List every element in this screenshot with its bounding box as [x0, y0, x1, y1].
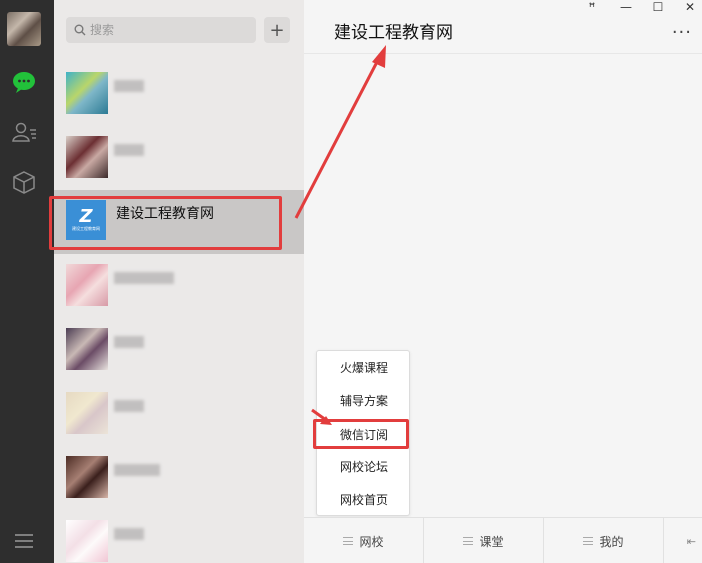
avatar: [66, 392, 108, 434]
avatar: [66, 520, 108, 562]
tab-label: 课堂: [479, 534, 504, 549]
menu-item-homepage[interactable]: 网校首页: [317, 485, 411, 515]
tab-mine[interactable]: 我的: [544, 518, 664, 563]
more-icon[interactable]: ···: [672, 22, 692, 43]
contact-name-blurred: [114, 80, 144, 92]
menu-lines-icon: [343, 537, 354, 545]
menu-lines-icon: [583, 537, 594, 545]
menu-item-hot-courses[interactable]: 火爆课程: [317, 353, 411, 383]
avatar: [66, 136, 108, 178]
chat-icon[interactable]: [10, 68, 38, 96]
contact-name-blurred: [114, 272, 174, 284]
highlight-selected-contact: [49, 196, 282, 250]
list-item[interactable]: [54, 126, 304, 190]
list-item[interactable]: [54, 510, 304, 563]
maximize-button[interactable]: ☐: [648, 0, 668, 14]
contact-name-blurred: [114, 464, 160, 476]
avatar: [66, 264, 108, 306]
add-button[interactable]: +: [264, 17, 290, 43]
list-item[interactable]: [54, 318, 304, 382]
menu-item-forum[interactable]: 网校论坛: [317, 452, 411, 482]
avatar: [66, 72, 108, 114]
menu-lines-icon: [463, 537, 474, 545]
tab-classroom[interactable]: 课堂: [424, 518, 544, 563]
list-item[interactable]: [54, 254, 304, 318]
list-item[interactable]: [54, 62, 304, 126]
avatar: [66, 456, 108, 498]
list-item[interactable]: [54, 446, 304, 510]
minimize-button[interactable]: —: [616, 0, 636, 14]
pin-window-button[interactable]: ꟸ: [582, 0, 602, 14]
list-item[interactable]: [54, 382, 304, 446]
menu-icon[interactable]: [13, 533, 35, 549]
menu-item-tutoring-plan[interactable]: 辅导方案: [317, 386, 411, 416]
contact-name-blurred: [114, 400, 144, 412]
tab-wangxiao[interactable]: 网校: [304, 518, 424, 563]
contacts-icon[interactable]: [10, 118, 38, 146]
tab-label: 我的: [599, 534, 624, 549]
box-icon[interactable]: [10, 168, 38, 196]
chat-list: + Z 建设工程教育网 建设工程教育网: [54, 0, 304, 563]
keyboard-icon[interactable]: ⇤: [687, 535, 696, 548]
contact-name-blurred: [114, 528, 144, 540]
left-rail: [0, 0, 54, 563]
add-button-label: +: [269, 19, 285, 41]
chat-title: 建设工程教育网: [334, 23, 453, 43]
contact-name-blurred: [114, 144, 144, 156]
custom-menu-bar: 网校 课堂 我的: [304, 517, 702, 563]
contact-name-blurred: [114, 336, 144, 348]
search-input[interactable]: [90, 23, 240, 37]
search-box[interactable]: [66, 17, 256, 43]
avatar: [66, 328, 108, 370]
chat-header: 建设工程教育网 ꟸ — ☐ ✕ ···: [304, 0, 702, 54]
tab-label: 网校: [359, 534, 384, 549]
highlight-menu-item: [313, 419, 409, 449]
search-icon: [74, 24, 86, 36]
close-button[interactable]: ✕: [680, 0, 700, 14]
avatar[interactable]: [7, 12, 41, 46]
